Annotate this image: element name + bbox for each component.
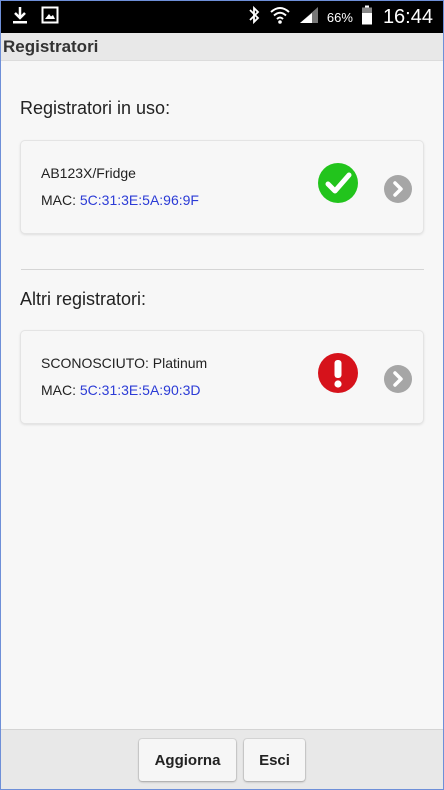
main-content: Registratori in uso: AB123X/Fridge MAC: … — [1, 61, 443, 729]
mac-label: MAC: — [41, 382, 76, 398]
battery-percent: 66% — [326, 9, 353, 25]
status-bar: 66% 16:44 — [1, 1, 443, 33]
image-icon — [41, 6, 59, 29]
device-name: SCONOSCIUTO: Platinum — [41, 355, 208, 371]
check-circle-icon — [318, 163, 358, 203]
footer-toolbar: Aggiorna Esci — [1, 729, 443, 789]
app-window: 66% 16:44 Registratori Registratori in u… — [0, 0, 444, 790]
mac-label: MAC: — [41, 192, 76, 208]
signal-icon — [299, 6, 319, 29]
download-icon — [11, 5, 29, 30]
mac-row: MAC: 5C:31:3E:5A:90:3D — [41, 382, 201, 398]
exclamation-circle-icon — [318, 353, 358, 393]
exit-button[interactable]: Esci — [244, 739, 305, 781]
clock: 16:44 — [382, 5, 433, 28]
device-card-in-use[interactable]: AB123X/Fridge MAC: 5C:31:3E:5A:96:9F — [21, 141, 423, 233]
device-name: AB123X/Fridge — [41, 165, 136, 181]
page-title: Registratori — [3, 37, 99, 56]
device-card-other[interactable]: SCONOSCIUTO: Platinum MAC: 5C:31:3E:5A:9… — [21, 331, 423, 423]
battery-icon — [361, 5, 373, 30]
wifi-icon — [269, 5, 291, 30]
refresh-button[interactable]: Aggiorna — [139, 739, 236, 781]
chevron-right-icon[interactable] — [384, 175, 412, 203]
mac-address: 5C:31:3E:5A:96:9F — [79, 192, 199, 208]
section-divider — [21, 269, 424, 270]
in-use-heading: Registratori in uso: — [20, 98, 171, 118]
title-bar: Registratori — [1, 33, 443, 61]
others-heading: Altri registratori: — [20, 289, 147, 309]
bluetooth-icon — [247, 5, 261, 30]
mac-address: 5C:31:3E:5A:90:3D — [79, 382, 201, 398]
chevron-right-icon[interactable] — [384, 365, 412, 393]
mac-row: MAC: 5C:31:3E:5A:96:9F — [41, 192, 199, 208]
